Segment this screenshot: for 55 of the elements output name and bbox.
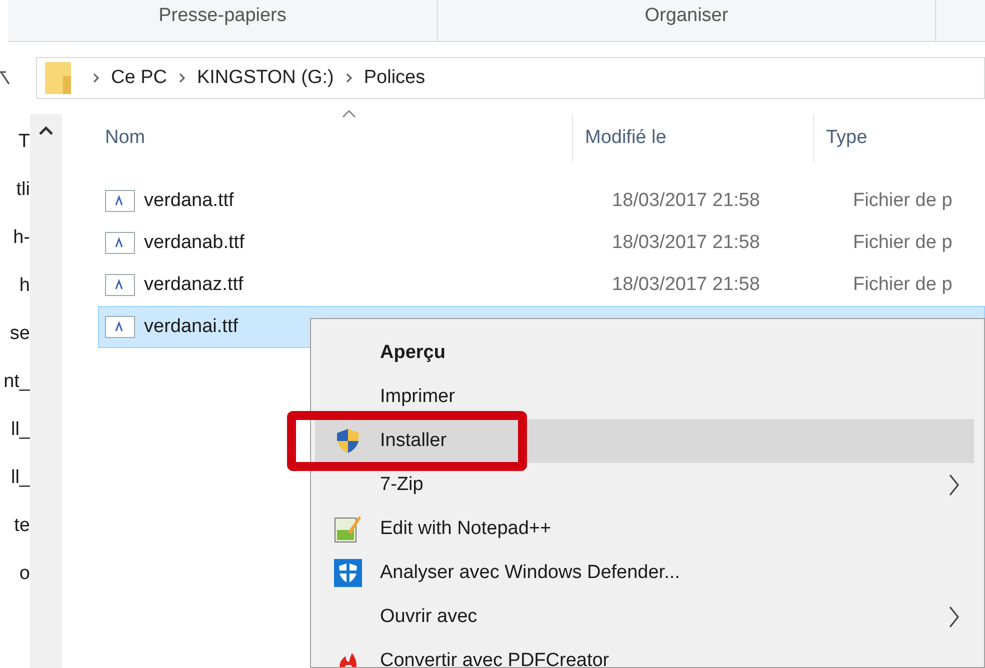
date-cell-text: 18/03/2017 21:58 [612,230,761,255]
column-header[interactable]: Type [814,124,985,152]
font-file-icon [105,274,135,296]
font-file-icon [105,316,135,338]
chevron-icon [344,73,353,83]
type-cell-text: Fichier de p [853,230,952,255]
nav-item[interactable]: ll_ [10,464,30,492]
nav-item[interactable]: nt_ [4,368,30,396]
nav-item[interactable]: o [19,560,30,588]
file-name: verdanaz.ttf [144,272,244,297]
menu-item[interactable]: Imprimer [315,375,974,419]
breadcrumb[interactable]: Polices [364,64,426,92]
menu-item[interactable]: Installer [315,419,974,463]
address-bar[interactable]: Ce PC KINGSTON (G:) Polices [36,57,985,99]
file-name: verdanab.ttf [144,230,246,255]
ribbon-group-label: Presse-papiers [158,5,286,27]
chevron-icon [178,73,186,83]
file-name: verdanai.ttf [144,314,239,339]
menu-item[interactable]: Analyser avec Windows Defender... [315,551,974,595]
column-header[interactable]: Modifié le [573,124,813,152]
nav-item[interactable]: T [18,128,30,156]
defender-icon [334,559,362,587]
menu-item[interactable]: 7-Zip [315,463,974,507]
shield-icon [336,428,360,454]
chevron-icon [92,73,100,83]
file-row[interactable]: verdana.ttf 18/03/2017 21:58 Fichier de p [98,180,985,222]
up-arrow-icon[interactable] [0,70,10,86]
type-cell-text: Fichier de p [853,272,952,297]
date-cell-text: 18/03/2017 21:58 [612,188,761,213]
nav-item[interactable]: te [14,512,30,540]
date-cell-text: 18/03/2017 21:58 [612,272,761,297]
folder-icon [45,62,71,94]
font-file-icon [105,190,135,212]
nav-item[interactable]: se [10,320,30,348]
menu-item[interactable]: Edit with Notepad++ [315,507,974,551]
nav-item[interactable]: ll_ [10,416,30,444]
scrollbar[interactable] [30,114,62,668]
notepad-icon [334,514,362,544]
column-header[interactable]: Nom [62,124,572,152]
sort-caret-icon [342,110,356,118]
nav-item[interactable]: h [19,272,30,300]
file-name: verdana.ttf [144,188,235,213]
scroll-up-icon[interactable] [39,126,53,135]
ribbon-group-label: Organiser [644,5,728,27]
nav-item[interactable]: h- [13,224,30,252]
menu-item[interactable]: Aperçu [315,331,974,375]
menu-item[interactable]: Convertir avec PDFCreator [315,639,974,667]
breadcrumb[interactable]: Ce PC [111,64,167,92]
font-file-icon [105,232,135,254]
file-row[interactable]: verdanaz.ttf 18/03/2017 21:58 Fichier de p [98,264,985,306]
breadcrumb[interactable]: KINGSTON (G:) [196,64,334,92]
type-cell-text: Fichier de p [853,188,952,213]
menu-item[interactable]: Ouvrir avec [315,595,974,639]
nav-item[interactable]: tli [16,176,30,204]
file-row[interactable]: verdanab.ttf 18/03/2017 21:58 Fichier de p [98,222,985,264]
